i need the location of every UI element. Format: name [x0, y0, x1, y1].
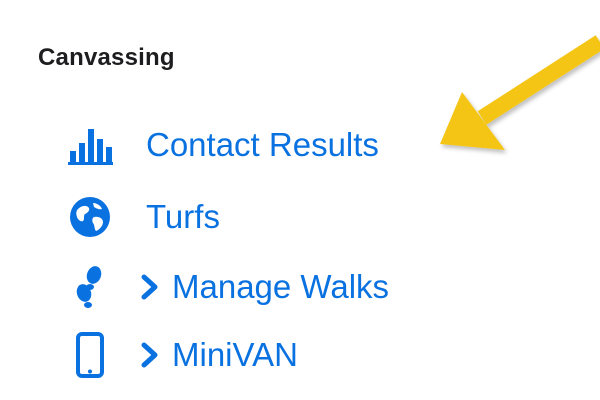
bar-chart-icon	[62, 120, 118, 170]
chevron-right-icon[interactable]	[132, 262, 168, 312]
menu-item-label[interactable]: Turfs	[146, 198, 220, 236]
menu-item-label[interactable]: MiniVAN	[172, 336, 298, 374]
chevron-right-icon[interactable]	[132, 330, 168, 380]
menu-item-minivan[interactable]: MiniVAN	[62, 330, 298, 380]
globe-icon	[62, 192, 118, 242]
footprints-icon	[62, 262, 118, 312]
menu-item-manage-walks[interactable]: Manage Walks	[62, 262, 389, 312]
mobile-phone-icon	[62, 330, 118, 380]
section-title-canvassing: Canvassing	[38, 44, 175, 71]
menu-item-turfs[interactable]: Turfs	[62, 192, 220, 242]
menu-item-label[interactable]: Manage Walks	[172, 268, 389, 306]
menu-item-contact-results[interactable]: Contact Results	[62, 120, 379, 170]
menu-item-label[interactable]: Contact Results	[146, 126, 379, 164]
